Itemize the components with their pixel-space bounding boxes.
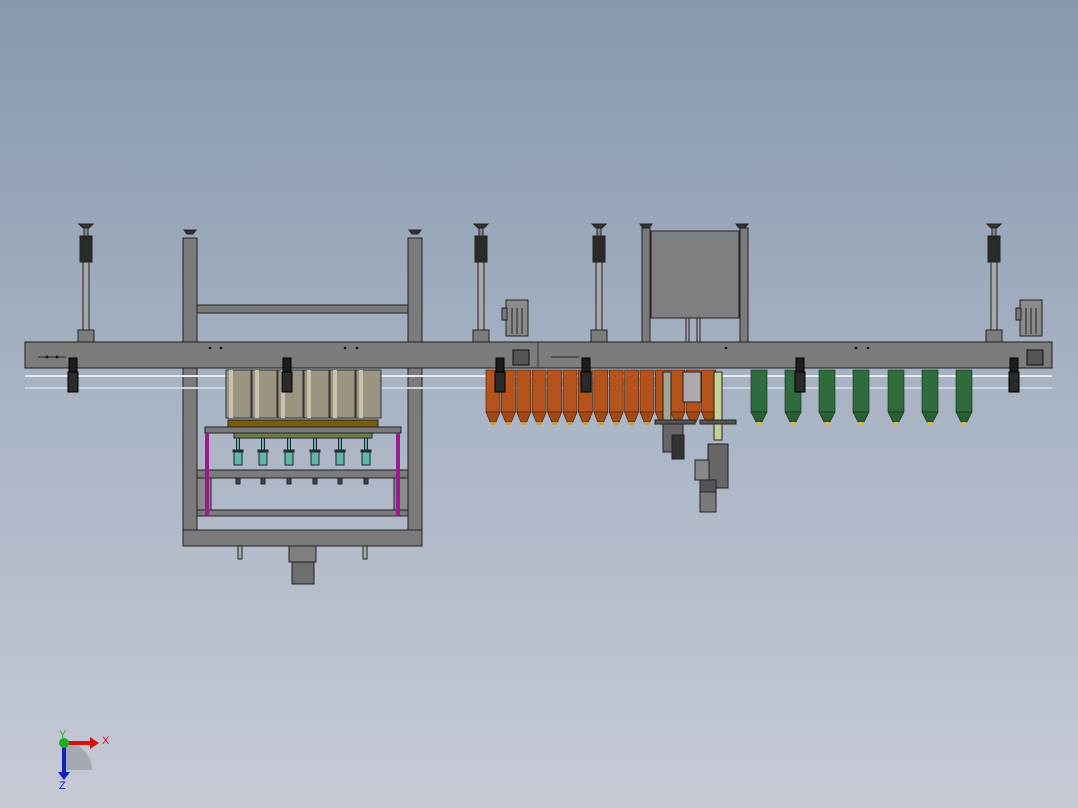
leveling-foot [183, 229, 197, 235]
axis-triad[interactable]: X Y Z [58, 729, 110, 792]
fan-icon [512, 349, 530, 366]
filling-station [182, 419, 423, 585]
rail-clamp [580, 357, 592, 393]
leveling-foot [590, 223, 608, 229]
orange-bottle [639, 369, 655, 413]
rail-clamp [67, 357, 79, 393]
rail-clamp [281, 357, 293, 393]
support-column [985, 223, 1003, 351]
y-axis-label: Y [59, 729, 67, 741]
z-axis-label: Z [59, 780, 66, 792]
leveling-foot [77, 223, 95, 229]
green-bottle [852, 369, 870, 413]
orange-bottle [562, 369, 578, 413]
motor [501, 299, 529, 337]
rail-clamp [1008, 357, 1020, 393]
leveling-foot [408, 229, 422, 235]
control-box [650, 230, 740, 319]
orange-bottle [624, 369, 639, 413]
fan-icon [1026, 349, 1044, 366]
x-axis-label: X [102, 735, 110, 747]
cad-viewport[interactable]: X Y Z [0, 0, 1078, 808]
z-axis-arrow [62, 744, 66, 774]
orange-bottle [547, 369, 562, 413]
motor [1015, 299, 1043, 337]
drive-motor [288, 545, 317, 563]
support-columns [77, 223, 1003, 351]
magenta-rod [396, 433, 400, 515]
rail-clamp [794, 357, 806, 393]
bottle-rows [225, 369, 973, 425]
leveling-foot [472, 223, 490, 229]
orange-bottle [593, 369, 609, 413]
leveling-foot [985, 223, 1003, 229]
support-column [472, 223, 490, 351]
magenta-rod [205, 433, 209, 515]
green-bottle [955, 369, 973, 413]
green-bottle [921, 369, 939, 413]
green-bottle [818, 369, 836, 413]
green-bottle [887, 369, 905, 413]
capping-assembly [654, 371, 737, 513]
support-column [590, 223, 608, 351]
green-bottle [750, 369, 768, 413]
orange-bottle [516, 369, 532, 413]
support-column [77, 223, 95, 351]
rail-clamp [494, 357, 506, 393]
orange-bottle [531, 369, 547, 413]
orange-bottle [608, 369, 624, 413]
